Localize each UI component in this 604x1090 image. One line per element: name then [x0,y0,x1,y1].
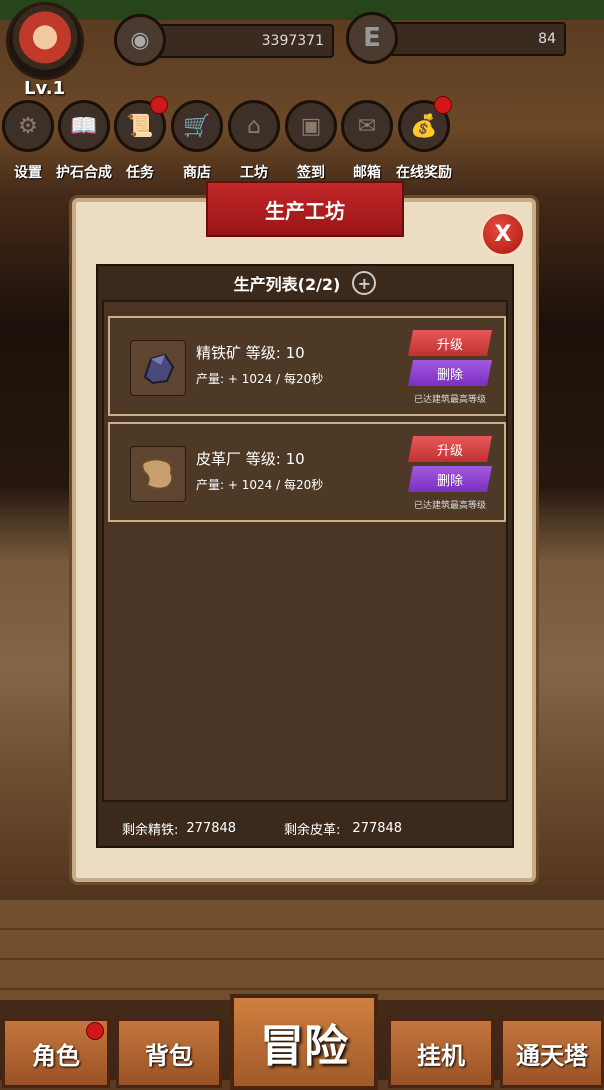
menu-label: 在线奖励 [396,165,452,181]
item-name: 精铁矿 等级: 10 [196,344,305,362]
resource-footer: 剩余精铁: 277848 剩余皮革: 277848 [102,814,508,842]
energy-value: 84 [538,31,556,47]
iron-label: 剩余精铁: [122,822,179,838]
iron-ore-icon [130,340,186,396]
player-level: Lv.1 [24,78,66,99]
production-list-header: 生产列表(2/2) + [98,266,512,300]
menu-button-6[interactable]: ✉ [341,100,393,152]
idle-button[interactable]: 挂机 [388,1018,494,1088]
notification-badge [150,96,168,114]
delete-button[interactable]: 删除 [408,466,492,492]
upgrade-button[interactable]: 升级 [408,436,492,462]
avatar[interactable] [6,2,84,80]
energy-bar: 84 [380,22,566,56]
energy-icon: E [346,12,398,64]
menu-button-0[interactable]: ⚙ [2,100,54,152]
item-name: 皮革厂 等级: 10 [196,450,305,468]
list-item: 皮革厂 等级: 10 产量: + 1024 / 每20秒 升级 删除 已达建筑最… [108,422,506,522]
production-list: 精铁矿 等级: 10 产量: + 1024 / 每20秒 升级 删除 已达建筑最… [102,300,508,802]
menu-label: 签到 [297,165,325,181]
list-item: 精铁矿 等级: 10 产量: + 1024 / 每20秒 升级 删除 已达建筑最… [108,316,506,416]
menu-label: 邮箱 [353,165,381,181]
notification-badge [434,96,452,114]
gear-icon: ⚙ [18,113,38,139]
scroll-icon: 📜 [126,113,154,139]
notification-badge [86,1022,104,1040]
leather-icon [130,446,186,502]
delete-button[interactable]: 删除 [408,360,492,386]
coin-bar: 3397371 [150,24,334,58]
max-level-text: 已达建筑最高等级 [413,395,486,405]
chest-icon: ▣ [300,113,322,139]
coins-icon: ◉ [114,14,166,66]
menu-button-4[interactable]: ⌂ [228,100,280,152]
leather-label: 剩余皮革: [284,822,341,838]
add-icon[interactable]: + [352,271,377,295]
menu-label: 商店 [183,165,211,181]
tower-button[interactable]: 通天塔 [500,1018,604,1088]
menu-label: 护石合成 [56,165,112,181]
iron-value: 277848 [186,820,237,836]
production-panel: 生产列表(2/2) + 精铁矿 等级: 10 产量: + 1024 / 每20秒… [96,264,514,848]
item-production: 产量: + 1024 / 每20秒 [196,372,324,386]
menu-button-1[interactable]: 📖 [58,100,110,152]
adventure-button[interactable]: 冒险 [230,994,378,1090]
cart-icon: 🛒 [183,113,211,139]
coin-value: 3397371 [261,33,324,49]
book-icon: 📖 [70,113,98,139]
close-button[interactable]: X [480,211,526,257]
menu-label: 工坊 [240,165,268,181]
bag-button[interactable]: 背包 [116,1018,222,1088]
mail-icon: ✉ [357,113,377,139]
production-list-title: 生产列表(2/2) [233,275,341,294]
menu-label: 设置 [14,165,42,181]
bag-icon: 💰 [410,113,438,139]
menu-label: 任务 [126,165,154,181]
menu-button-3[interactable]: 🛒 [171,100,223,152]
bottom-nav: 角色 背包 冒险 挂机 通天塔 [0,990,604,1090]
max-level-text: 已达建筑最高等级 [413,501,486,511]
leather-value: 277848 [352,820,403,836]
item-production: 产量: + 1024 / 每20秒 [196,478,324,492]
upgrade-button[interactable]: 升级 [408,330,492,356]
top-menu: ⚙ 设置 📖 护石合成 📜 任务 🛒 商店 ⌂ 工坊 ▣ 签到 ✉ 邮箱 💰 在线奖励 [0,96,604,184]
menu-button-5[interactable]: ▣ [285,100,337,152]
dialog-title: 生产工坊 [206,181,404,237]
house-icon: ⌂ [247,113,261,139]
